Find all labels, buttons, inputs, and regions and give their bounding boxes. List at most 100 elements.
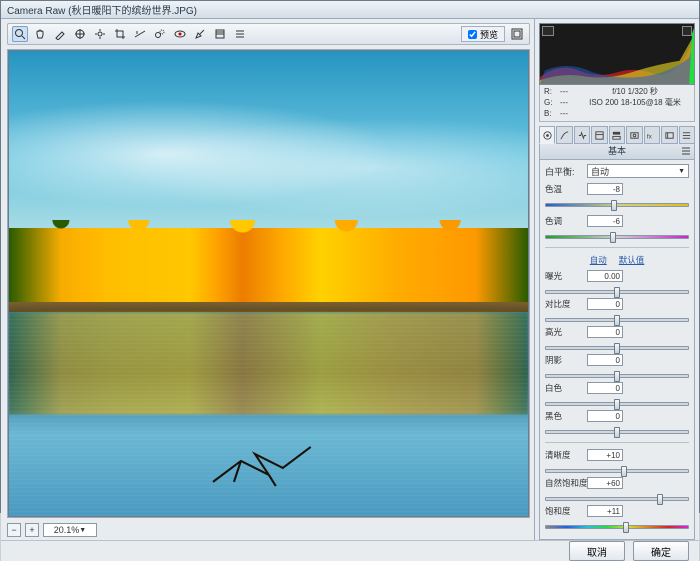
tab-basic[interactable] bbox=[539, 126, 555, 144]
ok-button[interactable]: 确定 bbox=[633, 541, 689, 561]
vibrance-thumb[interactable] bbox=[657, 494, 663, 505]
r-value: --- bbox=[560, 87, 580, 98]
tint-thumb[interactable] bbox=[610, 232, 616, 243]
graduated-filter-tool[interactable] bbox=[212, 26, 228, 42]
exposure-thumb[interactable] bbox=[614, 287, 620, 298]
saturation-value[interactable]: +11 bbox=[587, 505, 623, 517]
tab-split[interactable] bbox=[609, 126, 625, 144]
color-sampler-tool[interactable] bbox=[72, 26, 88, 42]
tab-hsl[interactable] bbox=[591, 126, 607, 144]
default-link[interactable]: 默认值 bbox=[619, 254, 645, 266]
whites-label: 白色 bbox=[545, 382, 583, 394]
tint-slider[interactable] bbox=[545, 235, 689, 239]
saturation-thumb[interactable] bbox=[623, 522, 629, 533]
auto-link[interactable]: 自动 bbox=[590, 254, 607, 266]
contrast-value[interactable]: 0 bbox=[587, 298, 623, 310]
white-balance-tool[interactable] bbox=[52, 26, 68, 42]
whites-value[interactable]: 0 bbox=[587, 382, 623, 394]
blacks-slider[interactable] bbox=[545, 430, 689, 434]
fullscreen-toggle[interactable] bbox=[509, 26, 525, 42]
blacks-thumb[interactable] bbox=[614, 427, 620, 438]
vibrance-label: 自然饱和度 bbox=[545, 477, 583, 489]
exposure-label: 曝光 bbox=[545, 270, 583, 282]
exposure-slider[interactable] bbox=[545, 290, 689, 294]
clarity-thumb[interactable] bbox=[621, 466, 627, 477]
camera-raw-window: Camera Raw (秋日暖阳下的缤纷世界.JPG) 预览 bbox=[0, 0, 700, 513]
exposure-value[interactable]: 0.00 bbox=[587, 270, 623, 282]
zoom-tool[interactable] bbox=[12, 26, 28, 42]
hand-tool[interactable] bbox=[32, 26, 48, 42]
r-label: R: bbox=[544, 87, 560, 98]
clarity-label: 清晰度 bbox=[545, 449, 583, 461]
temp-slider[interactable] bbox=[545, 203, 689, 207]
wb-select[interactable]: 自动▼ bbox=[587, 164, 689, 178]
temp-row: 色温 -8 bbox=[545, 183, 689, 195]
preview-checkbox[interactable] bbox=[468, 30, 477, 39]
cancel-button[interactable]: 取消 bbox=[569, 541, 625, 561]
tab-curve[interactable] bbox=[556, 126, 572, 144]
tab-calib[interactable] bbox=[661, 126, 677, 144]
vibrance-value[interactable]: +60 bbox=[587, 477, 623, 489]
highlights-value[interactable]: 0 bbox=[587, 326, 623, 338]
blacks-value[interactable]: 0 bbox=[587, 410, 623, 422]
shadows-slider[interactable] bbox=[545, 374, 689, 378]
highlights-slider[interactable] bbox=[545, 346, 689, 350]
shadows-thumb[interactable] bbox=[614, 371, 620, 382]
preview-label: 预览 bbox=[480, 28, 498, 41]
temp-thumb[interactable] bbox=[611, 200, 617, 211]
exif-line2: ISO 200 18-105@18 毫米 bbox=[580, 98, 690, 109]
tab-presets[interactable] bbox=[679, 126, 695, 144]
saturation-slider[interactable] bbox=[545, 525, 689, 529]
adjustment-brush-tool[interactable] bbox=[192, 26, 208, 42]
zoom-out-button[interactable]: − bbox=[7, 523, 21, 537]
spot-removal-tool[interactable] bbox=[152, 26, 168, 42]
blacks-label: 黑色 bbox=[545, 410, 583, 422]
highlights-thumb[interactable] bbox=[614, 343, 620, 354]
clarity-value[interactable]: +10 bbox=[587, 449, 623, 461]
tint-label: 色调 bbox=[545, 215, 583, 227]
titlebar: Camera Raw (秋日暖阳下的缤纷世界.JPG) bbox=[1, 1, 699, 19]
adjustment-tabs: fx bbox=[539, 126, 695, 144]
g-value: --- bbox=[560, 98, 580, 109]
saturation-label: 饱和度 bbox=[545, 505, 583, 517]
svg-text:fx: fx bbox=[647, 133, 653, 140]
panel-title: 基本 bbox=[539, 144, 695, 160]
tab-detail[interactable] bbox=[574, 126, 590, 144]
clarity-slider[interactable] bbox=[545, 469, 689, 473]
shadows-value[interactable]: 0 bbox=[587, 354, 623, 366]
b-label: B: bbox=[544, 109, 560, 120]
contrast-thumb[interactable] bbox=[614, 315, 620, 326]
shadow-clip-warning[interactable] bbox=[542, 26, 554, 36]
tab-fx[interactable]: fx bbox=[644, 126, 660, 144]
prefs-tool[interactable] bbox=[232, 26, 248, 42]
wb-label: 白平衡: bbox=[545, 165, 583, 178]
highlight-clip-warning[interactable] bbox=[682, 26, 692, 36]
whites-thumb[interactable] bbox=[614, 399, 620, 410]
tab-lens[interactable] bbox=[626, 126, 642, 144]
whites-slider[interactable] bbox=[545, 402, 689, 406]
right-panel: R: G: B: --- --- --- f/10 1/320 秒 ISO 20… bbox=[534, 19, 699, 540]
dialog-footer: 取消 确定 bbox=[1, 540, 699, 561]
vibrance-slider[interactable] bbox=[545, 497, 689, 501]
panel-menu-icon[interactable] bbox=[681, 146, 691, 156]
straighten-tool[interactable] bbox=[132, 26, 148, 42]
basic-panel: 白平衡: 自动▼ 色温 -8 色调 -6 自动 默认值 bbox=[539, 160, 695, 540]
highlights-label: 高光 bbox=[545, 326, 583, 338]
exif-line1: f/10 1/320 秒 bbox=[580, 87, 690, 98]
zoom-in-button[interactable]: + bbox=[25, 523, 39, 537]
histogram[interactable] bbox=[539, 23, 695, 85]
shadows-label: 阴影 bbox=[545, 354, 583, 366]
zoom-level-select[interactable]: 20.1% ▼ bbox=[43, 523, 97, 537]
tint-value[interactable]: -6 bbox=[587, 215, 623, 227]
zoom-bar: − + 20.1% ▼ bbox=[7, 518, 530, 538]
red-eye-tool[interactable] bbox=[172, 26, 188, 42]
image-canvas[interactable] bbox=[7, 49, 530, 518]
contrast-label: 对比度 bbox=[545, 298, 583, 310]
targeted-adjust-tool[interactable] bbox=[92, 26, 108, 42]
contrast-slider[interactable] bbox=[545, 318, 689, 322]
left-pane: 预览 − + 20.1% ▼ bbox=[1, 19, 534, 540]
g-label: G: bbox=[544, 98, 560, 109]
crop-tool[interactable] bbox=[112, 26, 128, 42]
preview-toggle[interactable]: 预览 bbox=[461, 26, 505, 42]
temp-value[interactable]: -8 bbox=[587, 183, 623, 195]
